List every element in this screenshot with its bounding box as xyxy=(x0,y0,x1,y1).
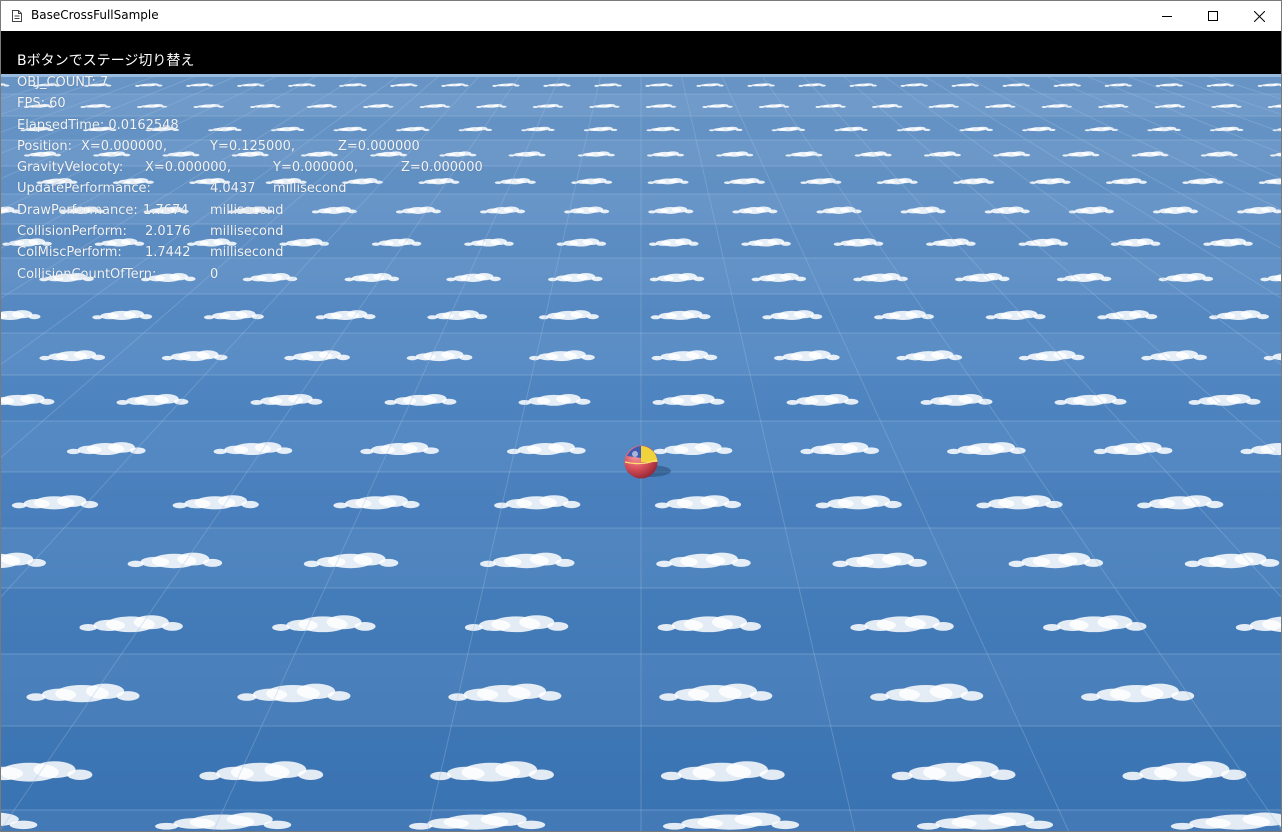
stage-switch-hint: Bボタンでステージ切り替え xyxy=(17,53,195,69)
maximize-icon xyxy=(1208,11,1218,21)
update-perf-value: 4.0437 xyxy=(210,181,256,197)
position-z: Z=0.000000 xyxy=(338,138,420,154)
gravity-velocity-z: Z=0.000000 xyxy=(401,160,483,176)
collision-perf-value: 2.0176 xyxy=(145,224,191,240)
collision-perf-unit: millisecond xyxy=(210,224,284,240)
update-perf-label: UpdatePerformance: xyxy=(17,181,151,197)
gravity-velocity-y: Y=0.000000, xyxy=(273,160,358,176)
minimize-button[interactable] xyxy=(1144,1,1190,31)
obj-count: OBJ_COUNT: 7 xyxy=(17,75,109,90)
update-perf-unit: millisecond xyxy=(273,181,347,197)
gravity-velocity-x: X=0.000000, xyxy=(145,160,231,176)
collision-perf-label: CollisionPerform: xyxy=(17,224,127,240)
draw-perf-value: 1.7674 xyxy=(143,202,189,218)
game-viewport[interactable]: Bボタンでステージ切り替え OBJ_COUNT: 7 FPS: 60 Elaps… xyxy=(1,31,1281,831)
colmisc-perf-value: 1.7442 xyxy=(145,245,191,261)
gravity-velocity-label: GravityVelocoty: xyxy=(17,160,124,176)
close-button[interactable] xyxy=(1236,1,1281,31)
position-y: Y=0.125000, xyxy=(210,138,295,154)
colmisc-perf-unit: millisecond xyxy=(210,245,284,261)
collision-count-label: CollisionCountOfTern: xyxy=(17,266,157,282)
close-icon xyxy=(1253,10,1265,22)
elapsed-time: ElapsedTime: 0.0162548 xyxy=(17,117,179,133)
maximize-button[interactable] xyxy=(1190,1,1236,31)
position-x: X=0.000000, xyxy=(81,138,167,154)
sky-plane-scene xyxy=(1,74,1281,831)
title-bar[interactable]: BaseCrossFullSample xyxy=(1,1,1281,31)
minimize-icon xyxy=(1162,16,1172,17)
draw-perf-label: DrawPerformance: xyxy=(17,202,138,218)
position-label: Position: xyxy=(17,138,72,154)
collision-count-value: 0 xyxy=(210,266,219,282)
app-icon xyxy=(12,10,22,22)
fps: FPS: 60 xyxy=(17,96,66,112)
colmisc-perf-label: ColMiscPerform: xyxy=(17,245,122,261)
draw-perf-unit: millisecond xyxy=(210,202,284,218)
app-window: BaseCrossFullSample Bボタンでステージ切り替え OBJ_CO… xyxy=(0,0,1282,832)
window-title: BaseCrossFullSample xyxy=(31,8,159,22)
